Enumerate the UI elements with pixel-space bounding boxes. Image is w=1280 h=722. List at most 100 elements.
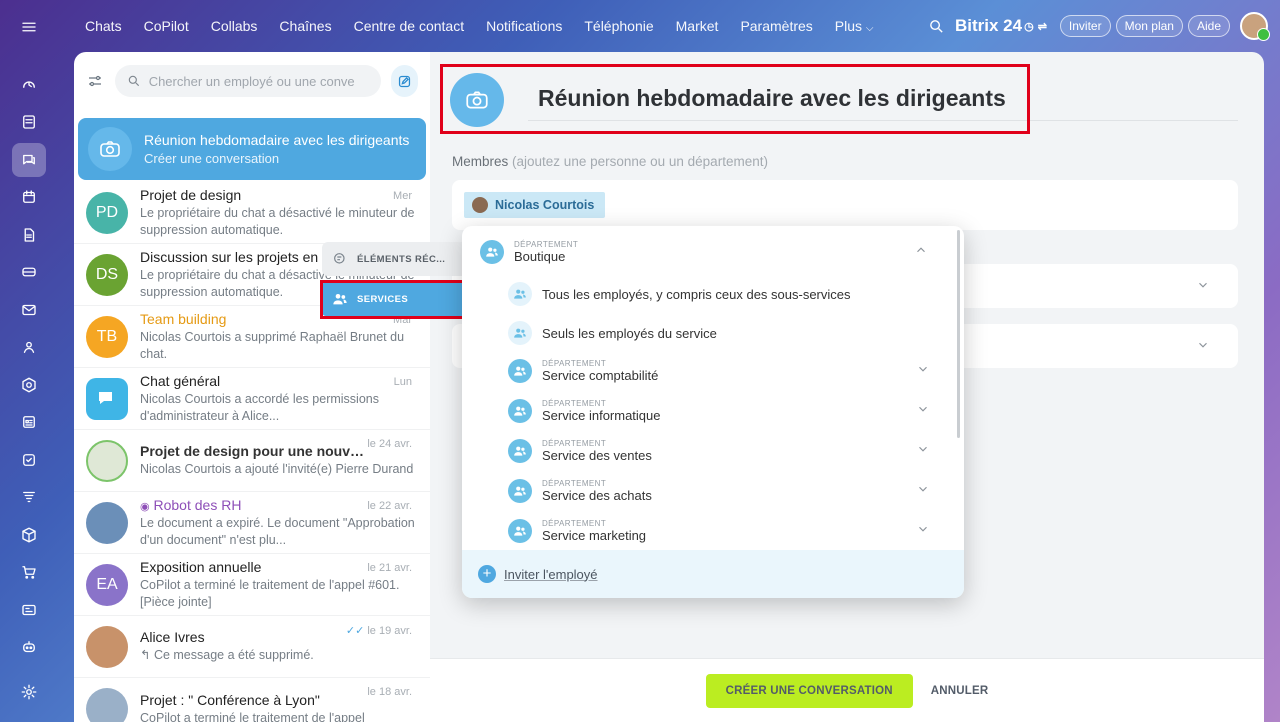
users-icon xyxy=(508,359,532,383)
chat-preview: Nicolas Courtois a supprimé Raphaël Brun… xyxy=(140,329,405,361)
cart-icon[interactable] xyxy=(12,555,46,589)
user-avatar[interactable] xyxy=(1240,12,1270,41)
bot-icon: ◉ xyxy=(140,500,150,513)
chat-name-text: Robot des RH xyxy=(153,496,242,513)
nav-market[interactable]: Market xyxy=(676,18,719,34)
dept-tag: DÉPARTEMENT xyxy=(542,479,607,488)
search-icon[interactable] xyxy=(928,18,945,35)
calendar-icon[interactable] xyxy=(12,180,46,214)
chat-item-conference[interactable]: Projet : " Conférence à Lyon" CoPilot a t… xyxy=(74,678,430,722)
dept-name: Service des achats xyxy=(542,488,652,503)
chat-item-chat-general[interactable]: Chat général Nicolas Courtois a accordé l… xyxy=(74,368,430,430)
tab-recent-label: ÉLÉMENTS RÉC... xyxy=(357,253,446,265)
users-icon xyxy=(480,240,504,264)
selected-chat-item[interactable]: Réunion hebdomadaire avec les dirigeants… xyxy=(78,118,426,180)
chat-preview: ↰ Ce message a été supprimé. xyxy=(140,648,314,662)
option-label: Tous les employés, y compris ceux des so… xyxy=(542,286,851,302)
activity-icon[interactable] xyxy=(12,68,46,102)
chat-preview: Le propriétaire du chat a désactivé le m… xyxy=(140,205,415,237)
chat-item-exposition[interactable]: EA Exposition annuelle CoPilot a terminé … xyxy=(74,554,430,616)
settings-icon[interactable] xyxy=(12,675,46,709)
option-only-service[interactable]: Seuls les employés du service xyxy=(508,321,948,345)
chevron-down-icon[interactable] xyxy=(916,522,930,541)
users-icon xyxy=(508,479,532,503)
package-icon[interactable] xyxy=(12,518,46,552)
invite-employee-link[interactable]: Inviter l'employé xyxy=(504,567,598,582)
nav-more[interactable]: Plus ⌵ xyxy=(835,18,874,34)
conversation-title-input[interactable]: Réunion hebdomadaire avec les dirigeants xyxy=(528,85,1238,121)
users-icon xyxy=(508,282,532,306)
chevron-down-icon[interactable] xyxy=(916,442,930,461)
chat-name: Chat général xyxy=(140,372,221,389)
robot-icon[interactable] xyxy=(12,630,46,664)
person-avatar xyxy=(86,625,128,668)
dept-item-informatique[interactable]: DÉPARTEMENT Service informatique xyxy=(508,399,952,423)
users-icon xyxy=(508,519,532,543)
chat-item-alice[interactable]: Alice Ivres ↰ Ce message a été supprimé. … xyxy=(74,616,430,678)
title-row: Réunion hebdomadaire avec les dirigeants xyxy=(450,72,1240,128)
funnel-icon[interactable] xyxy=(12,480,46,514)
nav-contact-center[interactable]: Centre de contact xyxy=(354,18,465,34)
chat-date-text: le 19 avr. xyxy=(367,625,412,637)
compose-button[interactable] xyxy=(390,65,418,97)
tab-services[interactable]: SERVICES xyxy=(322,282,462,316)
dept-tag: DÉPARTEMENT xyxy=(542,439,607,448)
users-icon xyxy=(508,399,532,423)
chevron-down-icon[interactable] xyxy=(916,402,930,421)
documents-icon[interactable] xyxy=(12,218,46,252)
search-input[interactable] xyxy=(148,73,369,89)
feed-icon[interactable] xyxy=(12,105,46,139)
menu-icon[interactable] xyxy=(12,10,46,44)
drive-icon[interactable] xyxy=(12,255,46,289)
chat-date: le 18 avr. xyxy=(367,686,412,698)
clock-icon: ◷ xyxy=(1024,20,1034,33)
dept-item-achats[interactable]: DÉPARTEMENT Service des achats xyxy=(508,479,952,503)
nav-notifications[interactable]: Notifications xyxy=(486,18,562,34)
mail-icon[interactable] xyxy=(12,293,46,327)
nav-chats[interactable]: Chats xyxy=(85,18,122,34)
plan-button[interactable]: Mon plan xyxy=(1115,15,1183,37)
chat-date: ✓✓ le 19 avr. xyxy=(346,624,412,637)
automation-icon[interactable] xyxy=(12,368,46,402)
members-label-text: Membres xyxy=(452,154,509,169)
create-conversation-button[interactable]: CRÉER UNE CONVERSATION xyxy=(705,673,913,708)
nav-channels[interactable]: Chaînes xyxy=(279,18,331,34)
tab-recent[interactable]: ÉLÉMENTS RÉC... xyxy=(322,242,462,276)
chevron-down-icon[interactable] xyxy=(916,362,930,381)
search-box[interactable] xyxy=(114,65,381,97)
option-all-employees[interactable]: Tous les employés, y compris ceux des so… xyxy=(508,282,948,306)
contacts-icon[interactable] xyxy=(12,330,46,364)
chevron-down-icon[interactable] xyxy=(916,482,930,501)
nav-copilot[interactable]: CoPilot xyxy=(144,18,189,34)
member-chip[interactable]: Nicolas Courtois xyxy=(464,192,606,218)
top-right: Bitrix 24 ◷ ⇌ Inviter Mon plan Aide xyxy=(928,0,1270,52)
brand-logo[interactable]: Bitrix 24 ◷ ⇌ xyxy=(955,16,1047,36)
tasks-icon[interactable] xyxy=(12,443,46,477)
site-icon[interactable] xyxy=(12,593,46,627)
chat-item-projet-nouvel[interactable]: Projet de design pour une nouvel... Nicol… xyxy=(74,430,430,492)
filter-icon[interactable] xyxy=(86,68,105,94)
dept-item-ventes[interactable]: DÉPARTEMENT Service des ventes xyxy=(508,439,952,463)
chat-item-robot-rh[interactable]: ◉ Robot des RH Le document a expiré. Le d… xyxy=(74,492,430,554)
chat-icon[interactable] xyxy=(12,143,46,177)
nav-settings[interactable]: Paramètres xyxy=(740,18,812,34)
dept-root[interactable]: DÉPARTEMENT Boutique xyxy=(480,240,950,264)
dept-item-comptabilite[interactable]: DÉPARTEMENT Service comptabilité xyxy=(508,359,952,383)
scrollbar[interactable] xyxy=(957,230,960,438)
invite-employee-row[interactable]: + Inviter l'employé xyxy=(462,550,964,598)
members-hint: (ajoutez une personne ou un département) xyxy=(512,154,768,169)
selected-chat-title: Réunion hebdomadaire avec les dirigeants xyxy=(144,132,410,148)
chat-item-projet-design[interactable]: PD Projet de design Le propriétaire du ch… xyxy=(74,182,430,244)
chevron-up-icon[interactable] xyxy=(914,243,928,262)
dept-item-marketing[interactable]: DÉPARTEMENT Service marketing xyxy=(508,519,952,543)
crm-icon[interactable] xyxy=(12,405,46,439)
nav-collabs[interactable]: Collabs xyxy=(211,18,258,34)
cancel-button[interactable]: ANNULER xyxy=(931,685,989,697)
nav-telephony[interactable]: Téléphonie xyxy=(584,18,653,34)
help-button[interactable]: Aide xyxy=(1187,15,1230,37)
chevron-down-icon xyxy=(1196,278,1210,297)
invite-button[interactable]: Inviter xyxy=(1059,15,1111,37)
camera-icon[interactable] xyxy=(450,73,504,127)
chat-date: le 22 avr. xyxy=(367,500,412,512)
members-box[interactable]: Nicolas Courtois xyxy=(452,180,1238,230)
